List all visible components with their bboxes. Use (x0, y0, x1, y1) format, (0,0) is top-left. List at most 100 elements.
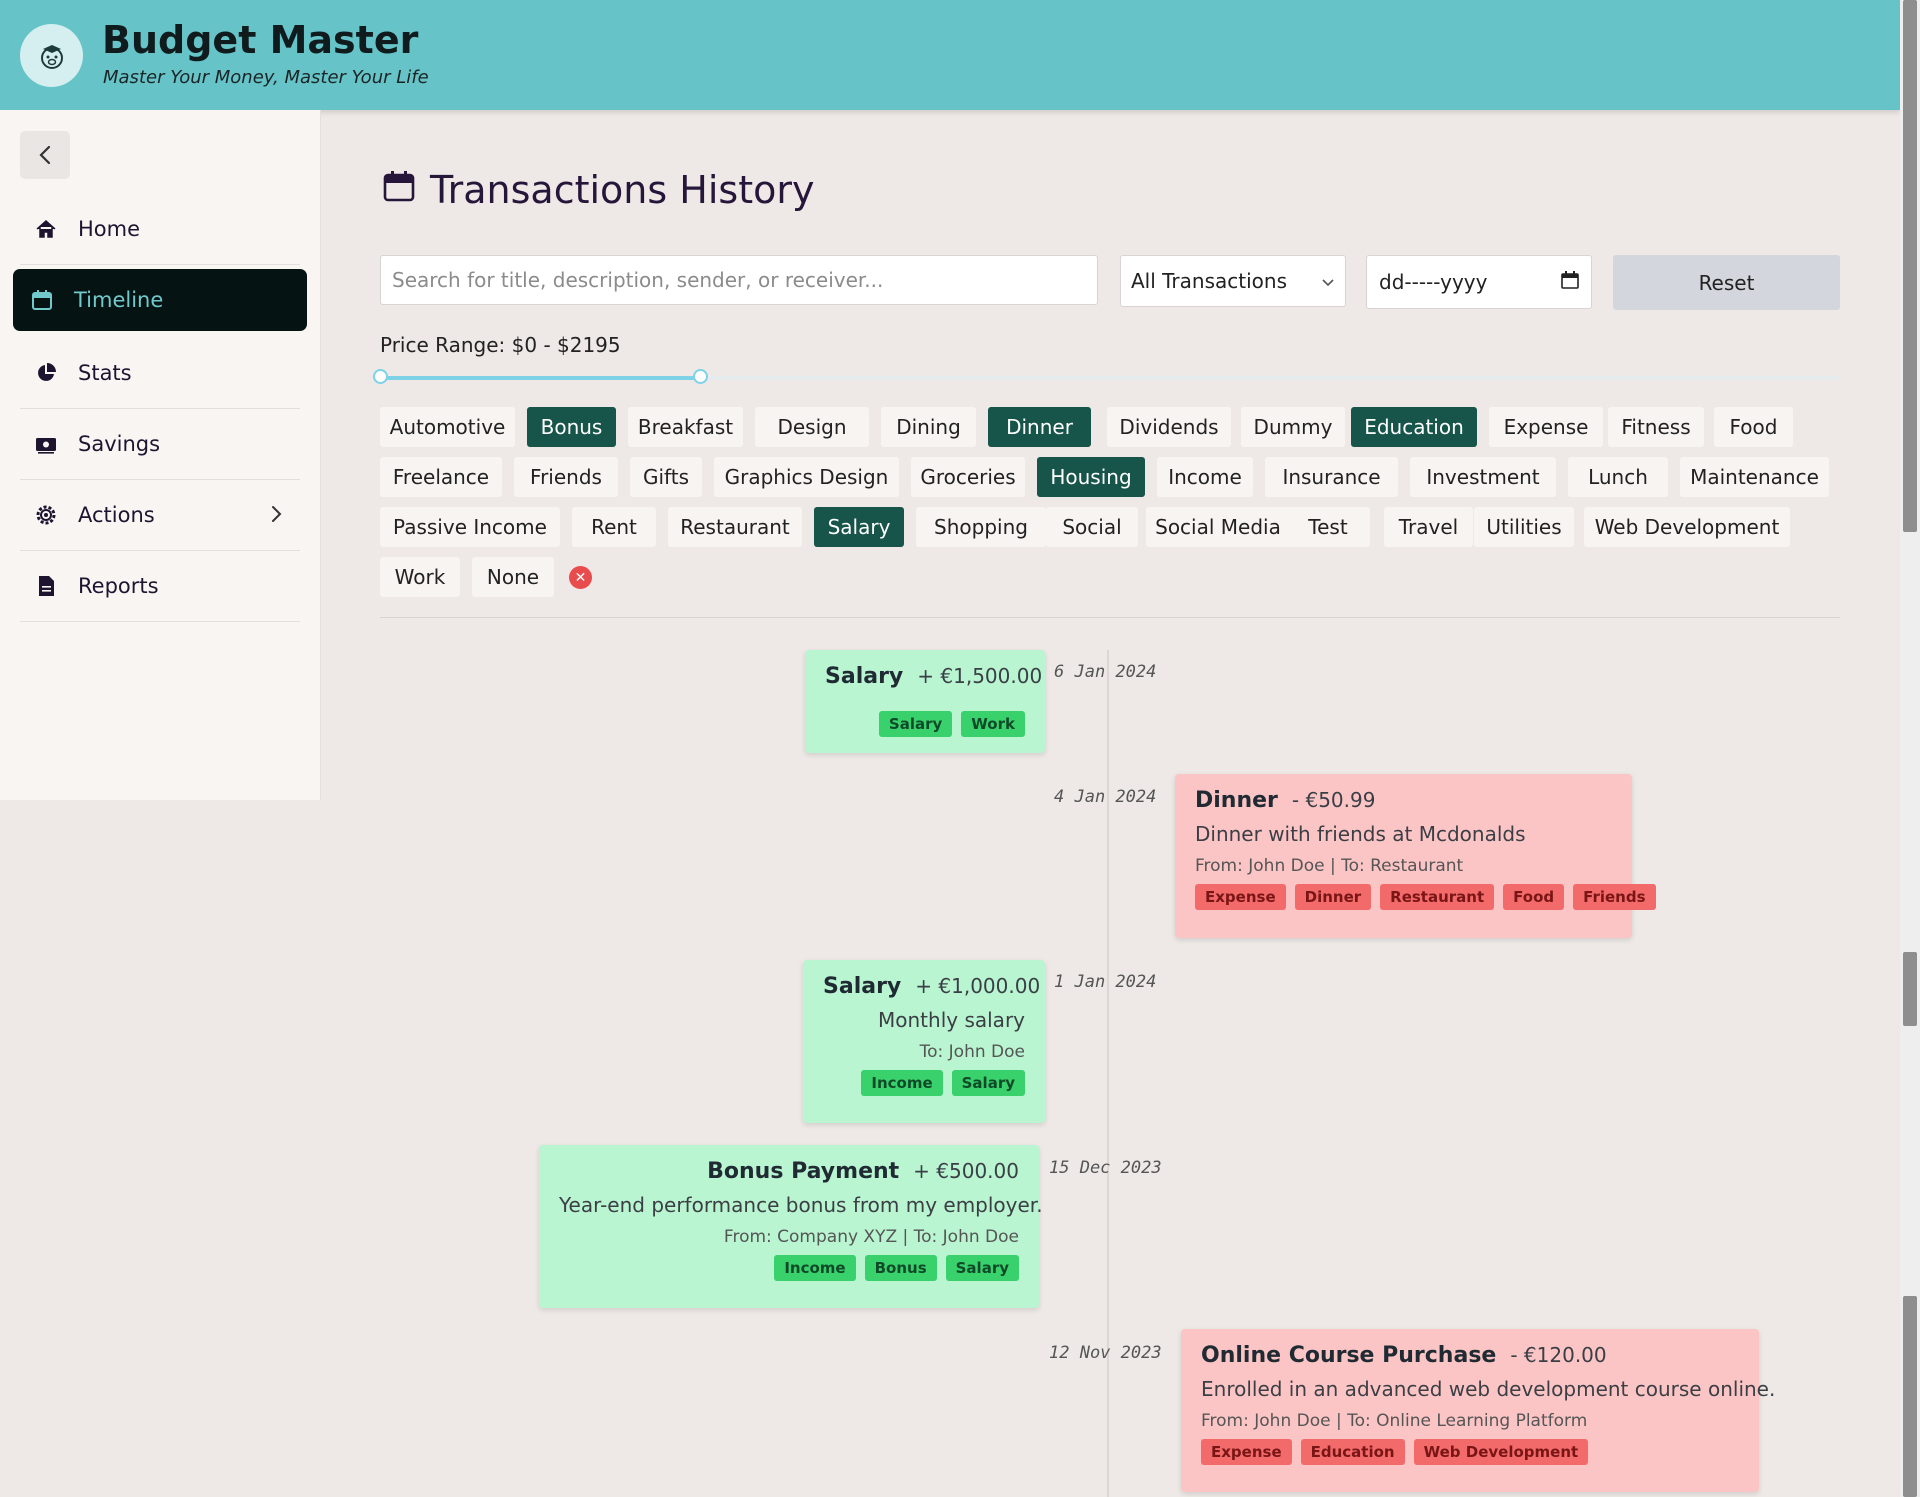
transaction-card[interactable]: Bonus Payment + €500.00 Year-end performa… (539, 1145, 1043, 1308)
tag-filter-housing[interactable]: Housing (1037, 457, 1145, 497)
transaction-type-value: All Transactions (1131, 269, 1287, 293)
page-scrollbar[interactable] (1900, 0, 1920, 1497)
tag-filter-fitness[interactable]: Fitness (1608, 407, 1704, 447)
chevron-right-icon (270, 504, 282, 529)
transaction-parties: From: John Doe | To: Online Learning Pla… (1201, 1411, 1588, 1431)
search-input[interactable] (380, 255, 1098, 305)
price-range-max-handle[interactable] (693, 369, 708, 384)
tag-filter-gifts[interactable]: Gifts (630, 457, 702, 497)
transaction-description: Enrolled in an advanced web development … (1201, 1377, 1776, 1401)
tag-filter-dummy[interactable]: Dummy (1241, 407, 1345, 447)
transaction-tag: Salary (945, 1255, 1019, 1281)
page-title-text: Transactions History (430, 168, 815, 212)
sidebar-item-reports[interactable]: Reports (20, 551, 300, 622)
tag-filter-web-development[interactable]: Web Development (1584, 507, 1790, 547)
tag-filter-groceries[interactable]: Groceries (911, 457, 1025, 497)
transaction-date: 6 Jan 2024 (1054, 662, 1157, 682)
tag-filter-utilities[interactable]: Utilities (1474, 507, 1574, 547)
tag-filter-maintenance[interactable]: Maintenance (1680, 457, 1829, 497)
sidebar-item-timeline[interactable]: Timeline (13, 269, 307, 331)
tag-filter-salary[interactable]: Salary (814, 507, 904, 547)
date-input[interactable]: dd-----yyyy (1366, 255, 1592, 309)
transaction-card[interactable]: Salary + €1,000.00 Monthly salary To: Joh… (803, 960, 1045, 1123)
tag-filter-lunch[interactable]: Lunch (1568, 457, 1668, 497)
tag-filter-shopping[interactable]: Shopping (916, 507, 1046, 547)
transaction-card[interactable]: Online Course Purchase - €120.00 Enrolled… (1181, 1329, 1776, 1492)
tag-filter-work[interactable]: Work (380, 557, 460, 597)
sidebar-item-home[interactable]: Home (20, 194, 300, 265)
scroll-thumb-secondary[interactable] (1903, 952, 1917, 1026)
transaction-tag: Education (1300, 1439, 1405, 1465)
transaction-date: 12 Nov 2023 (1049, 1343, 1162, 1363)
tag-filter-restaurant[interactable]: Restaurant (668, 507, 802, 547)
transaction-amount: + €1,500.00 (917, 664, 1043, 688)
tag-filter-rent[interactable]: Rent (572, 507, 656, 547)
tag-filter-passive-income[interactable]: Passive Income (380, 507, 560, 547)
price-range-label: Price Range: $0 - $2195 (380, 333, 621, 357)
transaction-parties: From: John Doe | To: Restaurant (1195, 856, 1464, 876)
reset-button[interactable]: Reset (1613, 255, 1840, 310)
transaction-date: 4 Jan 2024 (1054, 787, 1157, 807)
sidebar-item-stats[interactable]: Stats (20, 338, 300, 409)
sidebar: Home Timeline Stats Savings Actions Repo… (0, 110, 321, 800)
tag-filter-friends[interactable]: Friends (514, 457, 618, 497)
timeline-line (1107, 650, 1109, 1497)
tag-filter-education[interactable]: Education (1351, 407, 1477, 447)
tag-filter-investment[interactable]: Investment (1410, 457, 1556, 497)
tag-filter-test[interactable]: Test (1286, 507, 1370, 547)
price-range-fill (380, 376, 700, 380)
document-icon (34, 574, 58, 598)
tag-filter-design[interactable]: Design (755, 407, 869, 447)
transaction-title: Salary (823, 974, 902, 999)
scroll-thumb-tertiary[interactable] (1903, 1296, 1917, 1497)
transaction-tag: Web Development (1413, 1439, 1589, 1465)
tag-filter-dividends[interactable]: Dividends (1107, 407, 1231, 447)
transaction-card[interactable]: Salary + €1,500.00 Salary Work (805, 650, 1045, 753)
date-placeholder: dd-----yyyy (1379, 270, 1488, 294)
sidebar-item-savings[interactable]: Savings (20, 409, 300, 480)
transaction-description: Monthly salary (878, 1008, 1025, 1032)
tag-filter-insurance[interactable]: Insurance (1265, 457, 1398, 497)
transaction-tag: Salary (951, 1070, 1025, 1096)
scroll-thumb[interactable] (1903, 0, 1917, 532)
tag-filter-automotive[interactable]: Automotive (380, 407, 515, 447)
tag-filter-dinner[interactable]: Dinner (988, 407, 1091, 447)
money-icon (34, 432, 58, 456)
tag-filter-bonus[interactable]: Bonus (527, 407, 616, 447)
piggy-bank-logo-icon[interactable] (20, 24, 83, 87)
clear-tags-icon[interactable]: ✕ (569, 566, 592, 589)
home-icon (34, 217, 58, 241)
divider (380, 617, 1840, 618)
transaction-title: Bonus Payment (707, 1159, 900, 1184)
tag-filter-freelance[interactable]: Freelance (380, 457, 502, 497)
tag-filter-social-media[interactable]: Social Media (1146, 507, 1290, 547)
transaction-amount: - €50.99 (1291, 788, 1376, 812)
tag-filter-expense[interactable]: Expense (1489, 407, 1603, 447)
tag-filter-graphics-design[interactable]: Graphics Design (714, 457, 899, 497)
tag-filter-social[interactable]: Social (1046, 507, 1138, 547)
sidebar-item-label: Savings (78, 432, 161, 456)
transaction-tag: Income (861, 1070, 943, 1096)
sidebar-item-actions[interactable]: Actions (20, 480, 300, 551)
transaction-title: Online Course Purchase (1201, 1343, 1497, 1368)
transaction-amount: + €1,000.00 (915, 974, 1041, 998)
transaction-description: Dinner with friends at Mcdonalds (1195, 822, 1526, 846)
transaction-tag: Salary (878, 711, 953, 737)
page-title: Transactions History (382, 168, 814, 212)
transaction-amount: + €500.00 (913, 1159, 1019, 1183)
tag-filter-travel[interactable]: Travel (1384, 507, 1473, 547)
tag-filter-food[interactable]: Food (1714, 407, 1793, 447)
tag-filter-none[interactable]: None (472, 557, 554, 597)
app-title: Budget Master (102, 18, 419, 62)
transaction-card[interactable]: Dinner - €50.99 Dinner with friends at Mc… (1175, 774, 1656, 938)
tag-filter-breakfast[interactable]: Breakfast (628, 407, 743, 447)
calendar-picker-icon[interactable] (1561, 270, 1579, 294)
sidebar-item-label: Reports (78, 574, 159, 598)
tag-filter-dining[interactable]: Dining (881, 407, 976, 447)
tag-filter-income[interactable]: Income (1157, 457, 1253, 497)
price-range-min-handle[interactable] (373, 369, 388, 384)
calendar-icon (30, 288, 54, 312)
transaction-type-select[interactable]: All Transactions (1120, 255, 1346, 307)
collapse-sidebar-button[interactable] (20, 131, 70, 179)
app-subtitle: Master Your Money, Master Your Life (103, 67, 429, 88)
